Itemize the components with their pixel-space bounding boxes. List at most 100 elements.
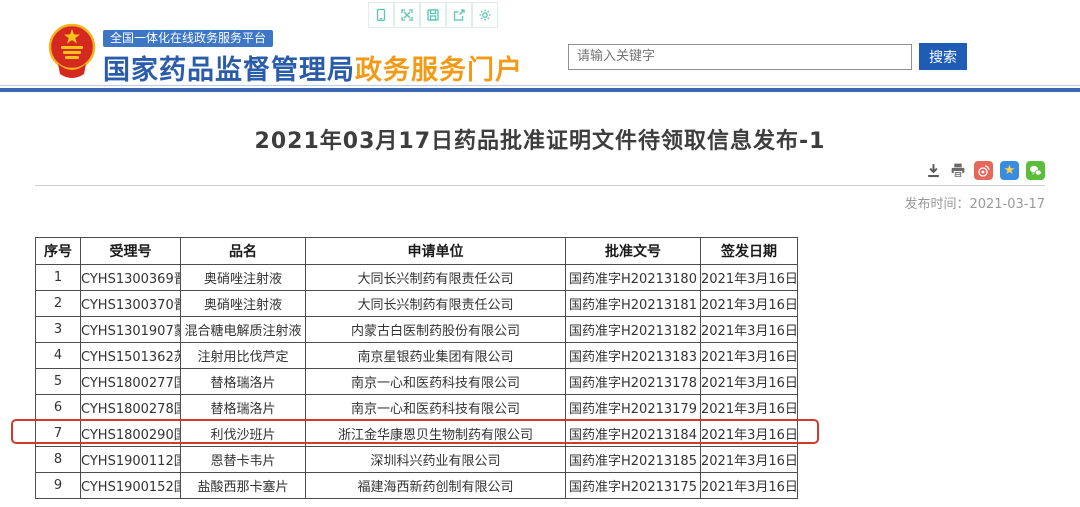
table-cell: 国药准字H20213185 — [566, 447, 701, 473]
qzone-star-icon: ★ — [1004, 161, 1016, 180]
header-divider-light — [0, 85, 1080, 86]
table-cell: 奥硝唑注射液 — [181, 265, 306, 291]
table-cell: CYHS1900112国 — [81, 447, 181, 473]
column-header-2: 品名 — [181, 238, 306, 265]
header-divider-dark — [0, 88, 1080, 92]
share-qzone-button[interactable]: ★ — [1000, 161, 1019, 180]
table-row: 6CYHS1800278国替格瑞洛片南京一心和医药科技有限公司国药准字H2021… — [36, 395, 798, 421]
table-cell: 2021年3月16日 — [701, 447, 798, 473]
table-header-row: 序号受理号品名申请单位批准文号签发日期 — [36, 238, 798, 265]
table-cell: 8 — [36, 447, 81, 473]
table-row: 5CYHS1800277国替格瑞洛片南京一心和医药科技有限公司国药准字H2021… — [36, 369, 798, 395]
table-cell: 福建海西新药创制有限公司 — [306, 473, 566, 499]
table-cell: 替格瑞洛片 — [181, 395, 306, 421]
site-header: 全国一体化在线政务服务平台 国家药品监督管理局政务服务门户 搜索 — [0, 0, 1080, 86]
site-title: 国家药品监督管理局政务服务门户 — [103, 48, 523, 87]
table-row: 7CYHS1800290国利伐沙班片浙江金华康恩贝生物制药有限公司国药准字H20… — [36, 421, 798, 447]
table-cell: 2021年3月16日 — [701, 343, 798, 369]
table-cell: 大同长兴制药有限责任公司 — [306, 291, 566, 317]
table-cell: CYHS1300369晋 — [81, 265, 181, 291]
table-cell: 2021年3月16日 — [701, 395, 798, 421]
table-cell: 国药准字H20213182 — [566, 317, 701, 343]
table-cell: CYHS1501362苏 — [81, 343, 181, 369]
table-cell: 国药准字H20213178 — [566, 369, 701, 395]
table-row: 2CYHS1300370晋奥硝唑注射液大同长兴制药有限责任公司国药准字H2021… — [36, 291, 798, 317]
drug-approval-table: 序号受理号品名申请单位批准文号签发日期 1CYHS1300369晋奥硝唑注射液大… — [35, 237, 798, 499]
portal-name: 政务服务门户 — [355, 55, 523, 86]
search-button[interactable]: 搜索 — [919, 43, 967, 70]
print-button[interactable] — [949, 162, 967, 179]
table-cell: 国药准字H20213180 — [566, 265, 701, 291]
table-cell: 替格瑞洛片 — [181, 369, 306, 395]
table-cell: 2021年3月16日 — [701, 317, 798, 343]
table-cell: 5 — [36, 369, 81, 395]
share-weibo-button[interactable] — [974, 161, 993, 180]
table-cell: 利伐沙班片 — [181, 421, 306, 447]
download-button[interactable] — [925, 162, 942, 179]
table-cell: 9 — [36, 473, 81, 499]
table-cell: 2021年3月16日 — [701, 473, 798, 499]
save-button[interactable] — [420, 2, 446, 28]
table-cell: 2021年3月16日 — [701, 291, 798, 317]
column-header-1: 受理号 — [81, 238, 181, 265]
table-cell: 恩替卡韦片 — [181, 447, 306, 473]
article-content: 2021年03月17日药品批准证明文件待领取信息发布-1 ★ — [35, 105, 1045, 507]
table-cell: 大同长兴制药有限责任公司 — [306, 265, 566, 291]
reader-toolbar — [368, 2, 498, 28]
table-row: 4CYHS1501362苏注射用比伐芦定南京星银药业集团有限公司国药准字H202… — [36, 343, 798, 369]
mobile-view-button[interactable] — [368, 2, 394, 28]
table-cell: 7 — [36, 421, 81, 447]
table-cell: 2021年3月16日 — [701, 421, 798, 447]
table-cell: CYHS1800277国 — [81, 369, 181, 395]
share-wechat-button[interactable] — [1026, 161, 1045, 180]
wechat-icon — [1028, 163, 1043, 178]
table-cell: 6 — [36, 395, 81, 421]
table-cell: 2 — [36, 291, 81, 317]
table-cell: 国药准字H20213179 — [566, 395, 701, 421]
table-cell: 南京星银药业集团有限公司 — [306, 343, 566, 369]
table-cell: 混合糖电解质注射液 — [181, 317, 306, 343]
share-icon — [452, 8, 466, 22]
share-button[interactable] — [446, 2, 472, 28]
print-icon — [949, 162, 967, 179]
publish-time: 发布时间：2021-03-17 — [904, 193, 1045, 212]
site-logo-link[interactable] — [48, 20, 96, 82]
column-header-4: 批准文号 — [566, 238, 701, 265]
table-cell: 1 — [36, 265, 81, 291]
article-actions: ★ — [918, 161, 1045, 180]
table-cell: 国药准字H20213184 — [566, 421, 701, 447]
save-icon — [426, 8, 440, 22]
settings-button[interactable] — [472, 2, 498, 28]
table-cell: 浙江金华康恩贝生物制药有限公司 — [306, 421, 566, 447]
table-cell: CYHS1900152国 — [81, 473, 181, 499]
org-name: 国家药品监督管理局 — [103, 55, 355, 86]
search-bar: 搜索 — [568, 43, 967, 70]
table-cell: 3 — [36, 317, 81, 343]
table-cell: 盐酸西那卡塞片 — [181, 473, 306, 499]
table-row: 8CYHS1900112国恩替卡韦片深圳科兴药业有限公司国药准字H2021318… — [36, 447, 798, 473]
table-body: 1CYHS1300369晋奥硝唑注射液大同长兴制药有限责任公司国药准字H2021… — [36, 265, 798, 499]
content-divider — [35, 185, 1045, 186]
weibo-icon — [976, 163, 991, 178]
platform-badge: 全国一体化在线政务服务平台 — [103, 30, 273, 47]
column-header-0: 序号 — [36, 238, 81, 265]
table-cell: 深圳科兴药业有限公司 — [306, 447, 566, 473]
table-row: 9CYHS1900152国盐酸西那卡塞片福建海西新药创制有限公司国药准字H202… — [36, 473, 798, 499]
table-cell: CYHS1800290国 — [81, 421, 181, 447]
national-emblem-icon — [48, 20, 96, 82]
table-cell: CYHS1300370晋 — [81, 291, 181, 317]
download-icon — [925, 162, 942, 179]
table-cell: CYHS1800278国 — [81, 395, 181, 421]
table-cell: 南京一心和医药科技有限公司 — [306, 395, 566, 421]
fullscreen-button[interactable] — [394, 2, 420, 28]
table-cell: 2021年3月16日 — [701, 369, 798, 395]
table-cell: 国药准字H20213183 — [566, 343, 701, 369]
table-head: 序号受理号品名申请单位批准文号签发日期 — [36, 238, 798, 265]
table-row: 3CYHS1301907蒙混合糖电解质注射液内蒙古白医制药股份有限公司国药准字H… — [36, 317, 798, 343]
table-cell: CYHS1301907蒙 — [81, 317, 181, 343]
table-row: 1CYHS1300369晋奥硝唑注射液大同长兴制药有限责任公司国药准字H2021… — [36, 265, 798, 291]
table-cell: 2021年3月16日 — [701, 265, 798, 291]
page-title: 2021年03月17日药品批准证明文件待领取信息发布-1 — [35, 123, 1045, 155]
search-input[interactable] — [568, 44, 912, 70]
column-header-3: 申请单位 — [306, 238, 566, 265]
